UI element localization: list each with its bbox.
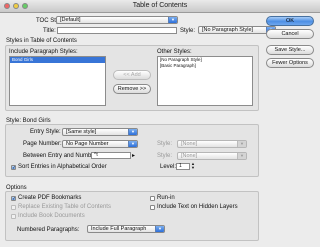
level-input[interactable]: 1 — [176, 163, 190, 170]
include-styles-label: Include Paragraph Styles: — [9, 49, 78, 55]
chevron-down-icon: ▼ — [155, 226, 164, 232]
window-titlebar: Table of Contents — [0, 0, 320, 13]
page-number-label: Page Number: — [23, 141, 62, 147]
page-style-label: Style: — [157, 141, 173, 147]
title-style-popup[interactable]: [No Paragraph Style] ▼ — [198, 26, 276, 34]
page-number-popup[interactable]: No Page Number ▼ — [62, 140, 138, 148]
replace-existing-label: Replace Existing Table of Contents — [18, 204, 111, 210]
level-stepper[interactable]: ▲ ▼ — [191, 162, 195, 170]
cancel-button[interactable]: Cancel — [266, 29, 314, 39]
ok-button[interactable]: OK — [266, 16, 314, 26]
close-window-button[interactable] — [4, 3, 10, 9]
chevron-down-icon: ▼ — [128, 141, 137, 147]
save-style-button[interactable]: Save Style... — [266, 45, 314, 55]
page-number-value: No Page Number — [66, 141, 109, 147]
chevron-down-icon: ▼ — [237, 153, 246, 159]
create-pdf-label: Create PDF Bookmarks — [18, 195, 82, 201]
create-pdf-checkbox[interactable]: ✓ — [11, 196, 16, 202]
title-style-label: Style: — [180, 28, 196, 34]
include-hidden-label: Include Text on Hidden Layers — [157, 204, 238, 210]
numbered-value: Include Full Paragraph — [91, 226, 147, 232]
remove-button[interactable]: Remove >> — [113, 84, 151, 94]
entry-style-label: Entry Style: — [30, 129, 61, 135]
list-item[interactable]: [Basic Paragraph] — [158, 63, 252, 69]
chevron-down-icon: ▼ — [237, 141, 246, 147]
toc-style-value: [Default] — [60, 17, 81, 23]
other-styles-list[interactable]: [No Paragraph Style] [Basic Paragraph] — [157, 56, 253, 106]
include-book-checkbox[interactable] — [11, 214, 16, 219]
include-styles-list[interactable]: Bond Girls — [9, 56, 106, 106]
entry-style-popup[interactable]: [Same style] ▼ — [62, 128, 138, 136]
title-label: Title: — [43, 28, 56, 34]
between-style-popup[interactable]: [None] ▼ — [177, 152, 247, 160]
list-item[interactable]: Bond Girls — [10, 57, 105, 63]
styles-section-heading: Styles in Table of Contents — [6, 38, 77, 44]
replace-existing-checkbox[interactable] — [11, 205, 16, 210]
chevron-down-icon: ▼ — [128, 129, 137, 135]
chevron-down-icon: ▼ — [168, 17, 177, 23]
window-controls — [4, 3, 28, 9]
sort-label: Sort Entries in Alphabetical Order — [18, 164, 107, 170]
minimize-window-button[interactable] — [13, 3, 19, 9]
include-hidden-checkbox[interactable] — [150, 205, 155, 210]
between-style-value: [None] — [181, 153, 198, 159]
zoom-window-button[interactable] — [22, 3, 28, 9]
page-style-value: [None] — [181, 141, 198, 147]
numbered-label: Numbered Paragraphs: — [17, 227, 80, 233]
page-style-popup[interactable]: [None] ▼ — [177, 140, 247, 148]
entry-style-value: [Same style] — [66, 129, 97, 135]
between-style-label: Style: — [157, 153, 173, 159]
window-title: Table of Contents — [132, 2, 188, 9]
run-in-label: Run-in — [157, 195, 175, 201]
fewer-options-button[interactable]: Fewer Options — [266, 58, 314, 68]
add-button[interactable]: << Add — [113, 70, 151, 80]
toc-style-popup[interactable]: [Default] ▼ — [56, 16, 178, 24]
include-book-label: Include Book Documents — [18, 213, 85, 219]
run-in-checkbox[interactable] — [150, 196, 155, 201]
title-style-value: [No Paragraph Style] — [202, 27, 254, 33]
between-input[interactable]: ^t — [91, 152, 131, 159]
level-label: Level: — [160, 164, 177, 170]
title-input[interactable] — [57, 27, 177, 34]
numbered-popup[interactable]: Include Full Paragraph ▼ — [87, 225, 165, 233]
other-styles-label: Other Styles: — [157, 49, 192, 55]
between-menu-icon[interactable]: ▸ — [132, 152, 135, 160]
between-label: Between Entry and Number: — [23, 153, 99, 159]
sort-checkbox[interactable]: ✓ — [11, 165, 16, 171]
